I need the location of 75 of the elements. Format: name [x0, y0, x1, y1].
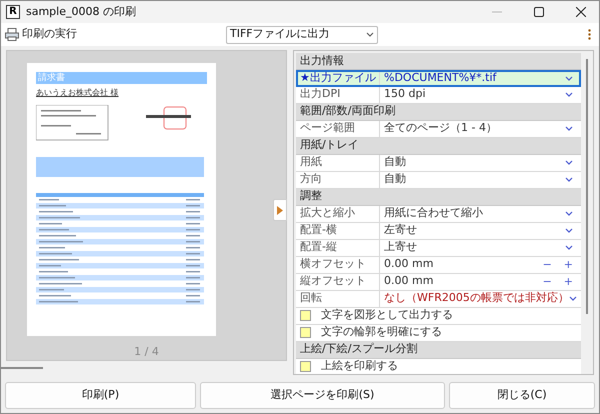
checkbox[interactable] — [300, 361, 311, 372]
increment-button[interactable]: + — [564, 259, 573, 270]
maximize-icon[interactable] — [534, 7, 544, 17]
property-row[interactable]: 方向 自動 — [296, 172, 581, 188]
invoice-title: 請求書 — [38, 74, 65, 82]
section-header: 出力情報 — [296, 53, 581, 70]
property-label: ページ範囲 — [296, 120, 380, 136]
property-value: 0.00 mm — [384, 256, 434, 272]
checkbox[interactable] — [300, 310, 311, 321]
property-row[interactable]: ページ範囲 全てのページ（1 - 4） — [296, 120, 581, 138]
increment-button[interactable]: + — [564, 276, 573, 287]
property-value: 自動 — [384, 154, 407, 170]
property-row[interactable]: 縦オフセット 0.00 mm − + — [296, 274, 581, 290]
play-icon — [277, 206, 283, 214]
property-value: なし（WFR2005の帳票では非対応） — [384, 290, 569, 306]
decrement-button[interactable]: − — [542, 276, 552, 287]
decrement-button[interactable]: − — [542, 259, 552, 270]
property-value: 自動 — [384, 171, 407, 188]
property-label: 横オフセット — [296, 256, 380, 272]
property-row[interactable]: 横オフセット 0.00 mm − + — [296, 256, 581, 274]
property-label: 拡大と縮小 — [296, 206, 380, 222]
property-value: 左寄せ — [384, 222, 418, 238]
checkbox-label: 文字を図形として出力する — [321, 307, 453, 324]
window-title: sample_0008 の印刷 — [26, 4, 136, 20]
property-label: 方向 — [296, 172, 380, 188]
dialog-button[interactable]: 閉じる(C) — [449, 382, 595, 408]
app-logo: R — [6, 5, 20, 19]
property-label: 用紙 — [296, 154, 380, 170]
property-row[interactable]: 配置-横 左寄せ — [296, 222, 581, 240]
property-row[interactable]: ★出力ファイル %DOCUMENT%¥*.tif — [296, 70, 581, 86]
property-label: 縦オフセット — [296, 274, 380, 290]
chevron-down-icon — [565, 211, 573, 216]
section-header: 用紙/トレイ — [296, 138, 581, 154]
output-select[interactable]: TIFFファイルに出力 — [226, 26, 378, 44]
chevron-down-icon — [565, 160, 573, 165]
chevron-down-icon — [565, 126, 573, 131]
chevron-down-icon — [565, 76, 573, 81]
checkbox-label: 上絵を印刷する — [321, 358, 398, 374]
more-options-icon[interactable] — [588, 29, 591, 40]
property-value: 用紙に合わせて縮小 — [384, 205, 484, 222]
chevron-down-icon — [565, 92, 573, 97]
checkbox[interactable] — [300, 327, 311, 338]
property-row[interactable]: 用紙 自動 — [296, 154, 581, 172]
chevron-down-icon — [565, 245, 573, 250]
section-header: 上絵/下絵/スプール分割 — [296, 342, 581, 358]
property-row[interactable]: 配置-縦 上寄せ — [296, 240, 581, 256]
vertical-scrollbar[interactable] — [586, 59, 588, 314]
print-execute-button[interactable]: 印刷の実行 — [5, 26, 77, 43]
chevron-down-icon — [565, 177, 573, 182]
property-label: 配置-横 — [296, 222, 380, 238]
chevron-down-icon — [568, 296, 577, 301]
property-value: %DOCUMENT%¥*.tif — [384, 70, 498, 86]
property-value: 0.00 mm — [384, 273, 434, 290]
property-row[interactable]: 拡大と縮小 用紙に合わせて縮小 — [296, 206, 581, 222]
property-row[interactable]: 回転 なし（WFR2005の帳票では非対応） — [296, 290, 581, 308]
dialog-button[interactable]: 選択ページを印刷(S) — [200, 382, 445, 408]
property-label: 出力DPI — [296, 86, 380, 102]
checkbox-label: 文字の輪郭を明確にする — [321, 324, 442, 340]
property-value: 上寄せ — [384, 239, 418, 256]
property-label: 回転 — [296, 290, 380, 306]
chevron-down-icon — [565, 228, 573, 233]
section-header: 調整 — [296, 188, 581, 206]
expand-panel-button[interactable] — [273, 199, 287, 221]
property-row[interactable]: 出力DPI 150 dpi — [296, 86, 581, 104]
dialog-button[interactable]: 印刷(P) — [5, 382, 196, 408]
printer-icon — [5, 28, 19, 41]
horizontal-scrollbar[interactable] — [1, 367, 43, 369]
property-label: 配置-縦 — [296, 240, 380, 256]
property-value: 全てのページ（1 - 4） — [384, 120, 498, 136]
property-value: 150 dpi — [384, 86, 427, 102]
page-indicator: 1 / 4 — [134, 344, 159, 360]
addressee: あいうえお株式会社 様 — [36, 89, 120, 97]
section-header: 範囲/部数/両面印刷 — [296, 104, 581, 120]
close-icon[interactable] — [576, 7, 586, 17]
chevron-down-icon — [366, 32, 374, 37]
